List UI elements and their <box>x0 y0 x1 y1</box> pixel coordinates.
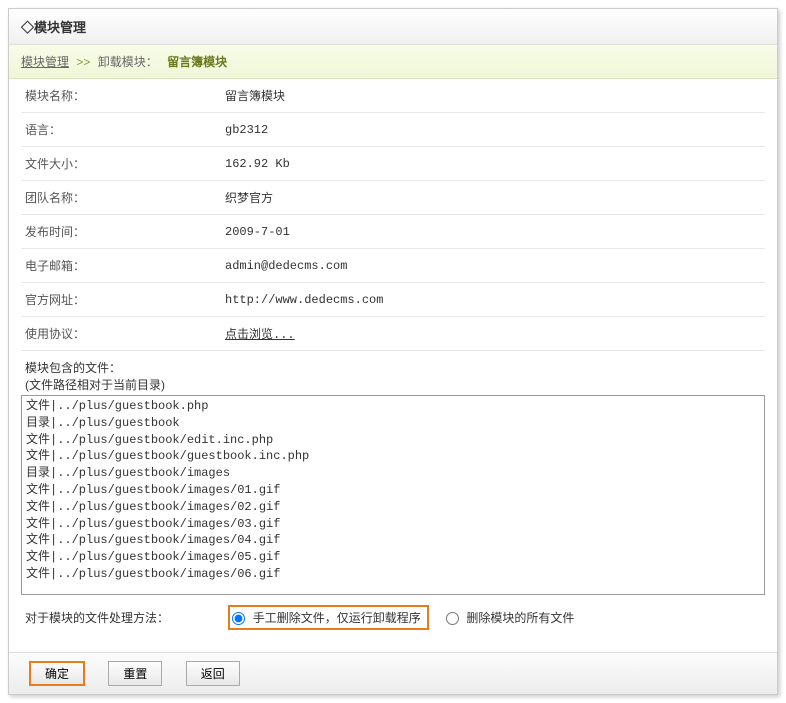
radio-delete-all-label: 删除模块的所有文件 <box>466 611 574 625</box>
file-list-item: 文件|../plus/guestbook.php <box>26 398 760 415</box>
label-file-size: 文件大小： <box>21 147 221 181</box>
button-bar: 确定 重置 返回 <box>9 652 777 694</box>
value-email: admin@dedecms.com <box>221 249 765 283</box>
row-language: 语言： gb2312 <box>21 113 765 147</box>
radio-manual-label: 手工删除文件，仅运行卸载程序 <box>253 611 421 625</box>
label-language: 语言： <box>21 113 221 147</box>
files-section-header: 模块包含的文件： (文件路径相对于当前目录) <box>21 351 765 395</box>
file-list-item: 文件|../plus/guestbook/images/04.gif <box>26 532 760 549</box>
file-list-item: 目录|../plus/guestbook/images <box>26 465 760 482</box>
radio-delete-all[interactable] <box>446 612 459 625</box>
label-team-name: 团队名称： <box>21 181 221 215</box>
file-list-item: 文件|../plus/guestbook/guestbook.inc.php <box>26 448 760 465</box>
breadcrumb-root-link[interactable]: 模块管理 <box>21 55 69 69</box>
files-section-label2: (文件路径相对于当前目录) <box>25 376 761 393</box>
file-list-item: 文件|../plus/guestbook/images/05.gif <box>26 549 760 566</box>
confirm-button[interactable]: 确定 <box>29 661 85 686</box>
label-publish-time: 发布时间： <box>21 215 221 249</box>
row-official-url: 官方网址： http://www.dedecms.com <box>21 283 765 317</box>
value-team-name: 织梦官方 <box>221 181 765 215</box>
label-email: 电子邮箱： <box>21 249 221 283</box>
row-file-size: 文件大小： 162.92 Kb <box>21 147 765 181</box>
row-license: 使用协议： 点击浏览... <box>21 317 765 351</box>
row-module-name: 模块名称： 留言簿模块 <box>21 79 765 113</box>
value-file-size: 162.92 Kb <box>221 147 765 181</box>
value-module-name: 留言簿模块 <box>221 79 765 113</box>
back-button[interactable]: 返回 <box>186 661 240 686</box>
file-list-item: 文件|../plus/guestbook/images/03.gif <box>26 516 760 533</box>
radio-option-manual-highlight: 手工删除文件，仅运行卸载程序 <box>228 605 428 630</box>
file-list-item: 文件|../plus/guestbook/images/02.gif <box>26 499 760 516</box>
reset-button[interactable]: 重置 <box>108 661 162 686</box>
files-section-label1: 模块包含的文件： <box>25 359 761 376</box>
value-official-url: http://www.dedecms.com <box>221 283 765 317</box>
label-license: 使用协议： <box>21 317 221 351</box>
page-title: ◇模块管理 <box>9 9 777 45</box>
radio-manual[interactable] <box>232 612 245 625</box>
method-row: 对于模块的文件处理方法： 手工删除文件，仅运行卸载程序 删除模块的所有文件 <box>21 595 765 640</box>
license-link[interactable]: 点击浏览... <box>225 328 295 342</box>
file-list-item: 目录|../plus/guestbook <box>26 415 760 432</box>
row-publish-time: 发布时间： 2009-7-01 <box>21 215 765 249</box>
method-label: 对于模块的文件处理方法： <box>25 609 225 626</box>
breadcrumb-module: 留言簿模块 <box>167 55 227 69</box>
label-module-name: 模块名称： <box>21 79 221 113</box>
file-list-item: 文件|../plus/guestbook/images/01.gif <box>26 482 760 499</box>
breadcrumb: 模块管理 >> 卸载模块： 留言簿模块 <box>9 45 777 79</box>
row-team-name: 团队名称： 织梦官方 <box>21 181 765 215</box>
value-language: gb2312 <box>221 113 765 147</box>
breadcrumb-action: 卸载模块： <box>98 55 158 69</box>
file-list-item: 文件|../plus/guestbook/edit.inc.php <box>26 432 760 449</box>
file-list-box[interactable]: 文件|../plus/guestbook.php目录|../plus/guest… <box>21 395 765 595</box>
breadcrumb-separator: >> <box>76 55 90 69</box>
label-official-url: 官方网址： <box>21 283 221 317</box>
file-list-item: 文件|../plus/guestbook/images/06.gif <box>26 566 760 583</box>
value-publish-time: 2009-7-01 <box>221 215 765 249</box>
page-title-text: ◇模块管理 <box>21 20 86 35</box>
row-email: 电子邮箱： admin@dedecms.com <box>21 249 765 283</box>
module-info-table: 模块名称： 留言簿模块 语言： gb2312 文件大小： 162.92 Kb 团… <box>21 79 765 351</box>
